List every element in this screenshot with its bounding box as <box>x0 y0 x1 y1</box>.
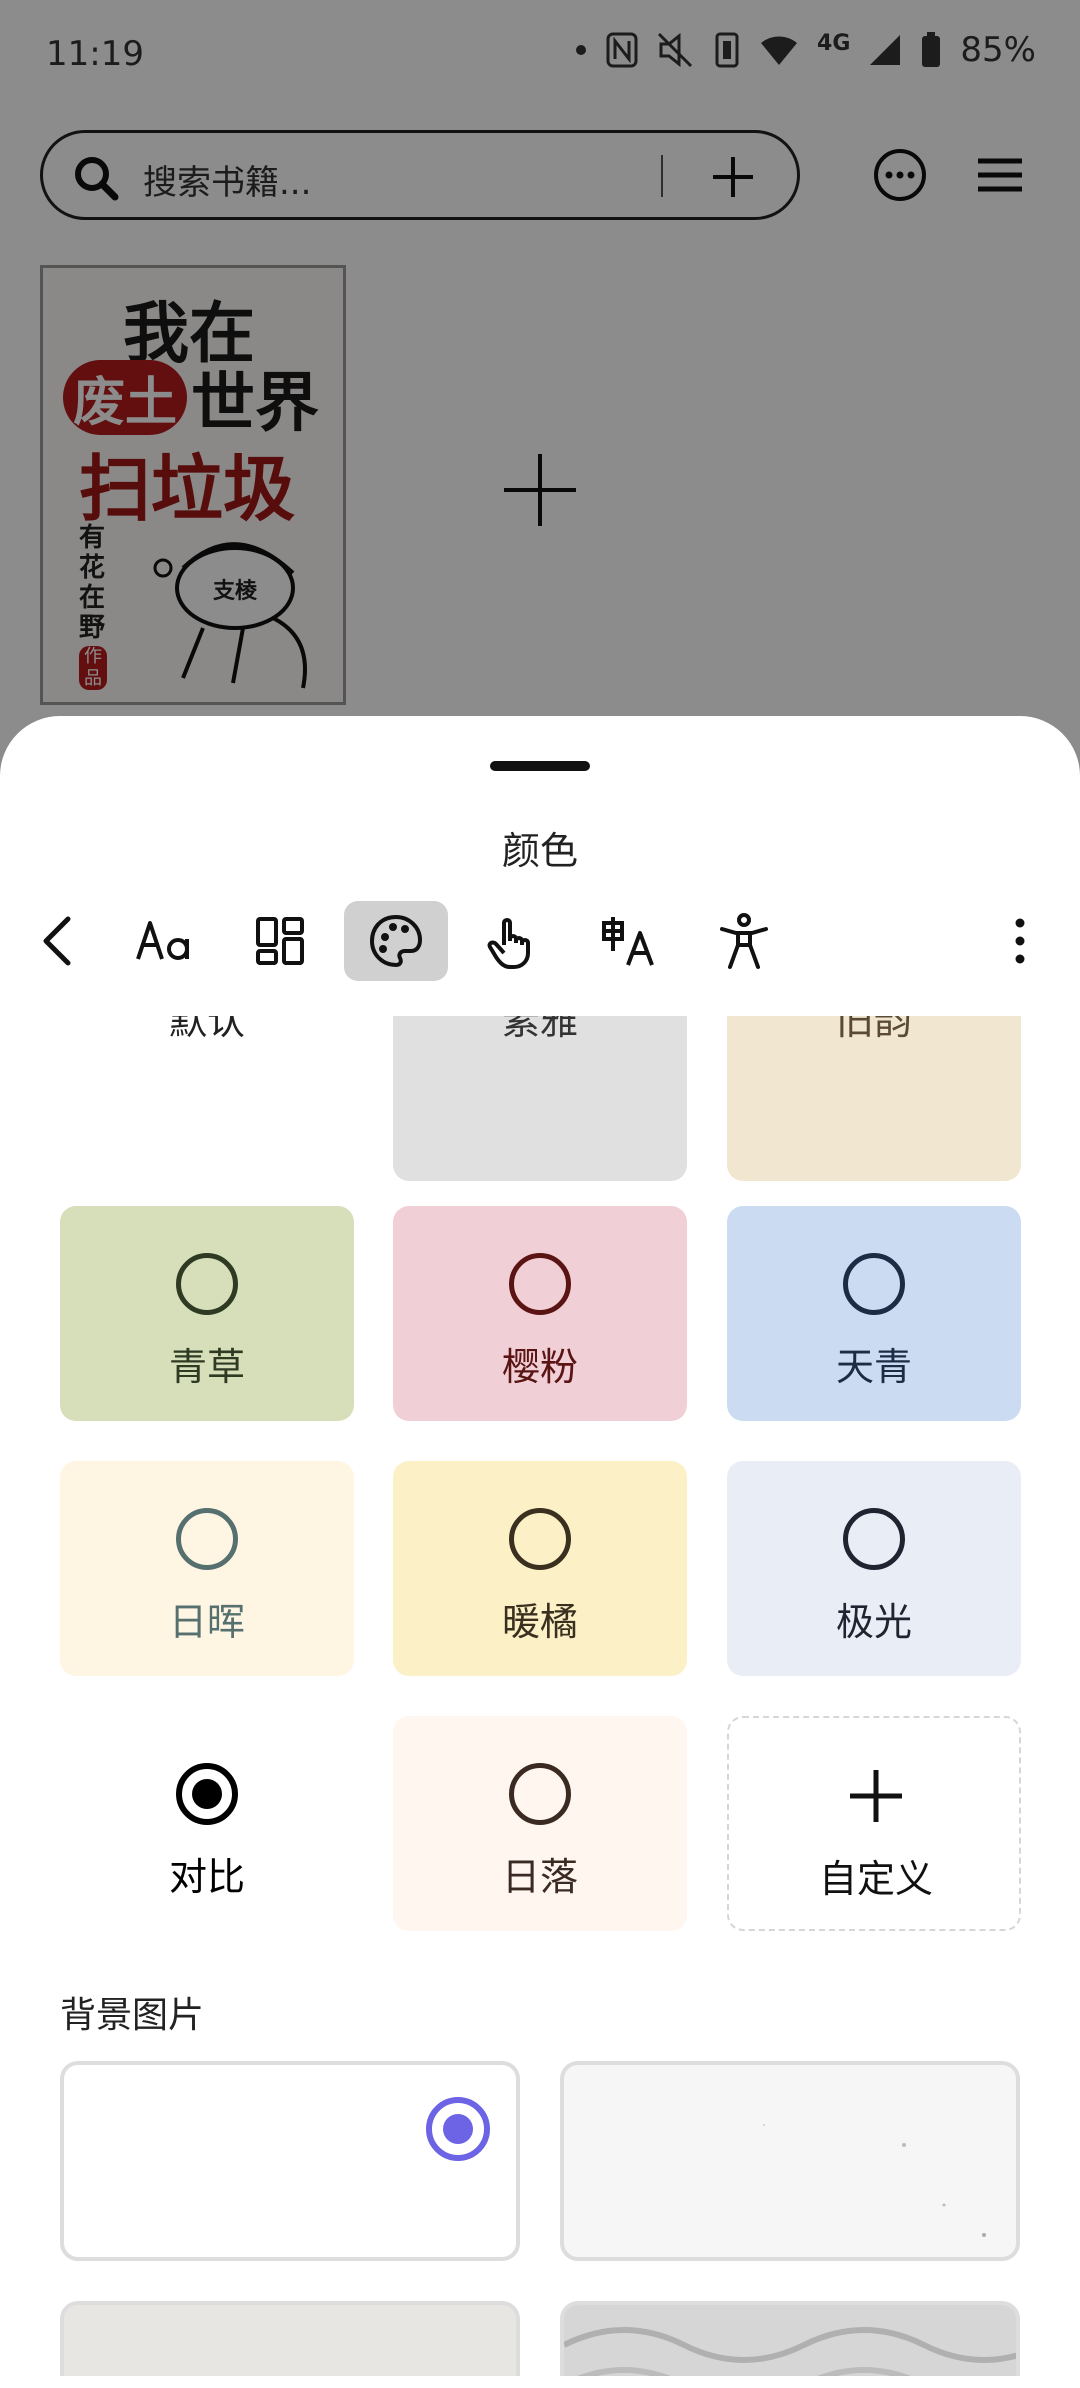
accessibility-icon <box>720 913 768 969</box>
background-option-sand[interactable] <box>560 2301 1020 2376</box>
sheet-title: 颜色 <box>501 829 578 873</box>
radio-ring <box>509 1253 571 1315</box>
radio-dot <box>192 1779 222 1809</box>
theme-swatch[interactable]: 对比 <box>60 1716 354 1931</box>
theme-label: 樱粉 <box>501 1345 578 1389</box>
radio-ring <box>509 1763 571 1825</box>
more-vertical-icon <box>1015 918 1025 964</box>
more-button[interactable] <box>968 901 1072 981</box>
background-option-paper[interactable] <box>560 2061 1020 2261</box>
drag-handle[interactable] <box>490 761 590 771</box>
font-icon <box>136 921 189 960</box>
sand-texture <box>564 2327 1016 2376</box>
theme-label: 日晖 <box>168 1600 245 1644</box>
settings-toolbar <box>0 901 1080 991</box>
radio-ring <box>176 1763 238 1825</box>
theme-label: 日落 <box>501 1855 578 1899</box>
translate-icon <box>602 917 654 966</box>
radio-ring <box>176 1508 238 1570</box>
color-theme-list[interactable]: 默认 素雅 旧韵 青草 樱粉 天青 日晖 暖橘 极光 对比 日落 自定义 背景图… <box>0 1016 1080 2376</box>
palette-icon <box>369 914 423 968</box>
plus-icon <box>850 1770 902 1822</box>
selected-radio <box>426 2097 490 2161</box>
background-option-plain[interactable] <box>60 2061 520 2261</box>
theme-label: 青草 <box>168 1345 245 1389</box>
theme-swatch[interactable]: 暖橘 <box>393 1461 687 1676</box>
theme-label: 对比 <box>168 1855 245 1899</box>
radio-ring <box>176 1253 238 1315</box>
tab-font[interactable] <box>112 901 216 981</box>
paper-texture <box>763 2124 986 2237</box>
theme-swatch[interactable]: 樱粉 <box>393 1206 687 1421</box>
touch-gesture-icon <box>487 918 530 969</box>
layout-grid-icon <box>256 917 304 965</box>
theme-swatch[interactable]: 极光 <box>727 1461 1021 1676</box>
background-image-heading: 背景图片 <box>60 1995 205 2036</box>
theme-swatch[interactable]: 天青 <box>727 1206 1021 1421</box>
theme-label: 素雅 <box>501 1016 578 1043</box>
radio-ring <box>843 1253 905 1315</box>
theme-label: 自定义 <box>818 1857 933 1901</box>
tab-translate[interactable] <box>576 901 680 981</box>
theme-label: 天青 <box>835 1345 912 1389</box>
tab-gesture[interactable] <box>460 901 564 981</box>
theme-swatch[interactable]: 默认 <box>60 1016 354 1181</box>
radio-ring <box>843 1508 905 1570</box>
tab-accessibility[interactable] <box>692 901 796 981</box>
tab-layout[interactable] <box>228 901 332 981</box>
theme-swatch[interactable]: 素雅 <box>393 1016 687 1181</box>
background-option-linen[interactable] <box>60 2301 520 2376</box>
theme-swatch[interactable]: 旧韵 <box>727 1016 1021 1181</box>
radio-ring <box>509 1508 571 1570</box>
theme-swatch[interactable]: 日落 <box>393 1716 687 1931</box>
back-button[interactable] <box>8 901 112 981</box>
theme-label: 默认 <box>168 1016 245 1043</box>
theme-label: 极光 <box>835 1600 912 1644</box>
color-settings-sheet: 颜色 默认 素雅 旧韵 青草 樱粉 天青 日晖 暖橘 极光 对比 日落 自定义 … <box>0 716 1080 2388</box>
theme-swatch[interactable]: 日晖 <box>60 1461 354 1676</box>
theme-swatch[interactable]: 青草 <box>60 1206 354 1421</box>
custom-theme-button[interactable]: 自定义 <box>727 1716 1021 1931</box>
tab-color[interactable] <box>344 901 448 981</box>
theme-label: 旧韵 <box>835 1016 912 1043</box>
theme-label: 暖橘 <box>501 1600 578 1644</box>
chevron-left-icon <box>43 916 71 966</box>
